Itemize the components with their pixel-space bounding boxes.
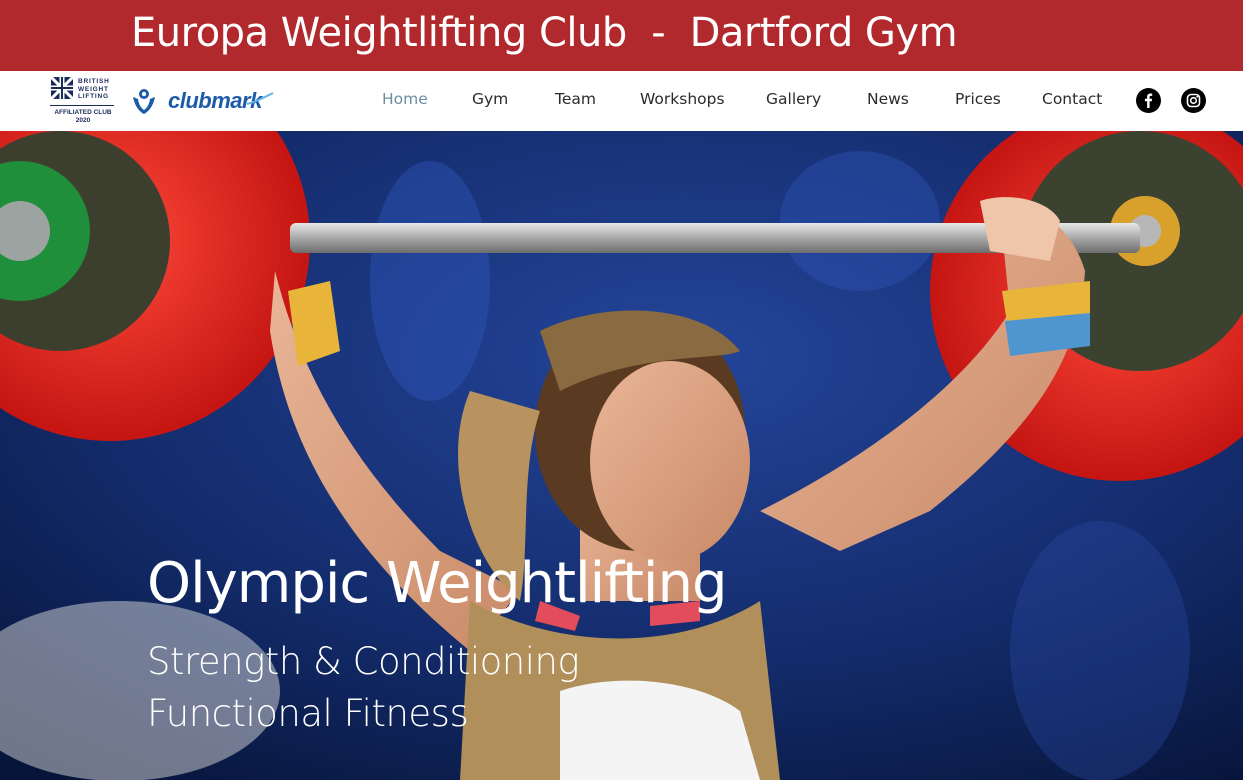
instagram-icon[interactable] <box>1181 88 1206 113</box>
hero-section: Olympic Weightlifting Strength & Conditi… <box>0 131 1243 780</box>
hero-title: Olympic Weightlifting <box>147 551 728 616</box>
clubmark-logo[interactable]: clubmark <box>130 86 275 116</box>
nav-news[interactable]: News <box>867 90 909 108</box>
nav-contact[interactable]: Contact <box>1042 90 1102 108</box>
clubmark-swoosh-icon <box>246 92 274 105</box>
nav-team[interactable]: Team <box>555 90 596 108</box>
nav-gym[interactable]: Gym <box>472 90 508 108</box>
clubmark-emblem-icon <box>133 89 155 114</box>
hero-subtitle-strength: Strength & Conditioning <box>147 640 580 683</box>
bwl-wordmark: BRITISH WEIGHT LIFTING <box>78 78 110 100</box>
hero-subtitle-fitness: Functional Fitness <box>147 692 469 735</box>
site-title[interactable]: Europa Weightlifting Club - Dartford Gym <box>131 10 958 56</box>
nav-home[interactable]: Home <box>382 90 428 108</box>
nav-gallery[interactable]: Gallery <box>766 90 821 108</box>
british-weight-lifting-logo[interactable]: BRITISH WEIGHT LIFTING AFFILIATED CLUB 2… <box>50 77 116 127</box>
nav-workshops[interactable]: Workshops <box>640 90 725 108</box>
bwl-divider <box>50 105 114 106</box>
union-flag-icon <box>51 77 73 99</box>
nav-prices[interactable]: Prices <box>955 90 1001 108</box>
header-nav-bar: BRITISH WEIGHT LIFTING AFFILIATED CLUB 2… <box>0 71 1243 131</box>
facebook-icon[interactable] <box>1136 88 1161 113</box>
bwl-affiliated-label: AFFILIATED CLUB <box>54 109 112 116</box>
bwl-year-label: 2020 <box>75 117 91 124</box>
top-banner: Europa Weightlifting Club - Dartford Gym <box>0 0 1243 71</box>
